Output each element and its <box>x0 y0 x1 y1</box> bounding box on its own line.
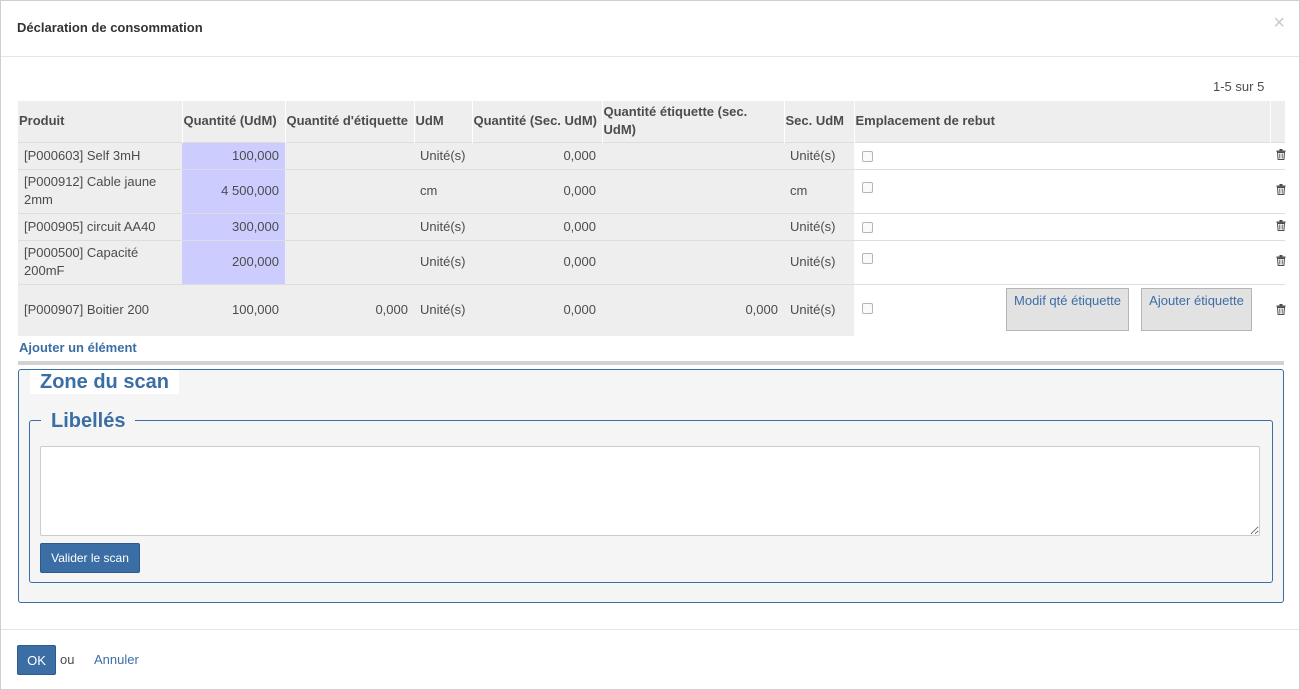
cell-delete <box>1270 283 1286 336</box>
column-header-quantity[interactable]: Quantité (UdM) <box>182 101 286 142</box>
trash-icon[interactable] <box>1276 147 1286 165</box>
cell-sec-label-quantity[interactable] <box>602 212 784 240</box>
column-header-label-quantity[interactable]: Quantité d'étiquette <box>285 101 415 142</box>
cell-sec-quantity[interactable]: 0,000 <box>472 141 602 169</box>
column-header-uom[interactable]: UdM <box>414 101 473 142</box>
cell-quantity[interactable]: 200,000 <box>182 239 285 284</box>
add-item-link[interactable]: Ajouter un élément <box>19 340 137 355</box>
scan-textarea[interactable] <box>40 446 1260 536</box>
cell-scrap-location <box>854 212 1270 240</box>
cell-delete <box>1270 212 1286 240</box>
scrap-checkbox[interactable] <box>862 181 873 193</box>
column-header-sec-label-quantity[interactable]: Quantité étiquette (sec. UdM) <box>602 101 785 142</box>
cell-product[interactable]: [P000603] Self 3mH <box>18 141 182 169</box>
cell-quantity[interactable]: 4 500,000 <box>182 168 285 213</box>
cell-product[interactable]: [P000905] circuit AA40 <box>18 212 182 240</box>
column-header-scrap-location[interactable]: Emplacement de rebut <box>854 101 1271 142</box>
cell-scrap-location <box>854 141 1270 169</box>
modify-label-quantity-button[interactable]: Modif qté étiquette <box>1006 288 1129 331</box>
scrap-checkbox[interactable] <box>862 221 873 233</box>
cell-uom[interactable]: Unité(s) <box>414 141 472 169</box>
add-label-button[interactable]: Ajouter étiquette <box>1141 288 1252 331</box>
ok-button[interactable]: OK <box>17 645 56 675</box>
cell-delete <box>1270 239 1286 284</box>
labels-legend: Libellés <box>41 409 136 433</box>
cell-label-quantity[interactable]: 0,000 <box>285 283 414 336</box>
cell-quantity[interactable]: 300,000 <box>182 212 285 240</box>
cell-sec-label-quantity[interactable] <box>602 141 784 169</box>
cell-sec-uom[interactable]: Unité(s) <box>784 212 854 240</box>
cell-sec-uom[interactable]: Unité(s) <box>784 239 854 284</box>
cell-sec-quantity[interactable]: 0,000 <box>472 283 602 336</box>
table-row[interactable]: [P000912] Cable jaune 2mm 4 500,000 cm 0… <box>18 168 1286 213</box>
cell-label-quantity[interactable] <box>285 239 414 284</box>
footer-divider <box>1 629 1299 630</box>
trash-icon[interactable] <box>1276 218 1286 236</box>
scrap-checkbox[interactable] <box>862 303 873 315</box>
cell-sec-uom[interactable]: Unité(s) <box>784 283 854 336</box>
cell-sec-label-quantity[interactable] <box>602 168 784 213</box>
validate-scan-button[interactable]: Valider le scan <box>40 543 140 573</box>
cell-scrap-location <box>854 168 1270 213</box>
column-header-sec-quantity[interactable]: Quantité (Sec. UdM) <box>472 101 603 142</box>
cell-uom[interactable]: Unité(s) <box>414 212 472 240</box>
cell-label-quantity[interactable] <box>285 212 414 240</box>
scrap-checkbox[interactable] <box>862 150 873 162</box>
column-header-actions <box>1270 101 1286 142</box>
cell-product[interactable]: [P000500] Capacité 200mF <box>18 239 182 284</box>
cell-sec-label-quantity[interactable]: 0,000 <box>602 283 784 336</box>
separator <box>18 361 1284 365</box>
table-row[interactable]: [P000905] circuit AA40 300,000 Unité(s) … <box>18 212 1286 240</box>
cancel-link[interactable]: Annuler <box>94 652 139 667</box>
trash-icon[interactable] <box>1276 182 1286 200</box>
cell-delete <box>1270 168 1286 213</box>
cell-label-quantity[interactable] <box>285 141 414 169</box>
cell-sec-quantity[interactable]: 0,000 <box>472 212 602 240</box>
or-text: ou <box>60 652 75 667</box>
trash-icon[interactable] <box>1276 253 1286 271</box>
dialog-title: Déclaration de consommation <box>17 20 203 35</box>
trash-icon[interactable] <box>1276 302 1286 320</box>
dialog-header: Déclaration de consommation × <box>1 1 1299 57</box>
cell-scrap-location <box>854 239 1270 284</box>
close-icon[interactable]: × <box>1273 13 1285 33</box>
consumption-dialog: Déclaration de consommation × 1-5 sur 5 … <box>0 0 1300 690</box>
cell-sec-uom[interactable]: cm <box>784 168 854 213</box>
cell-uom[interactable]: Unité(s) <box>414 239 472 284</box>
table-row[interactable]: [P000500] Capacité 200mF 200,000 Unité(s… <box>18 239 1286 284</box>
cell-delete <box>1270 141 1286 169</box>
scrap-checkbox[interactable] <box>862 252 873 264</box>
cell-product[interactable]: [P000907] Boitier 200 <box>18 283 182 336</box>
cell-sec-label-quantity[interactable] <box>602 239 784 284</box>
cell-sec-uom[interactable]: Unité(s) <box>784 141 854 169</box>
column-header-product[interactable]: Produit <box>18 101 183 142</box>
scan-zone-legend: Zone du scan <box>30 370 179 394</box>
cell-sec-quantity[interactable]: 0,000 <box>472 239 602 284</box>
cell-uom[interactable]: cm <box>414 168 472 213</box>
cell-quantity[interactable]: 100,000 <box>182 141 285 169</box>
cell-label-quantity[interactable] <box>285 168 414 213</box>
column-header-sec-uom[interactable]: Sec. UdM <box>784 101 855 142</box>
table-row[interactable]: [P000603] Self 3mH 100,000 Unité(s) 0,00… <box>18 141 1286 169</box>
cell-quantity[interactable]: 100,000 <box>182 283 285 336</box>
cell-uom[interactable]: Unité(s) <box>414 283 472 336</box>
cell-sec-quantity[interactable]: 0,000 <box>472 168 602 213</box>
cell-product[interactable]: [P000912] Cable jaune 2mm <box>18 168 182 213</box>
table-header-row: Produit Quantité (UdM) Quantité d'étique… <box>18 101 1286 142</box>
pager: 1-5 sur 5 <box>1213 79 1265 94</box>
